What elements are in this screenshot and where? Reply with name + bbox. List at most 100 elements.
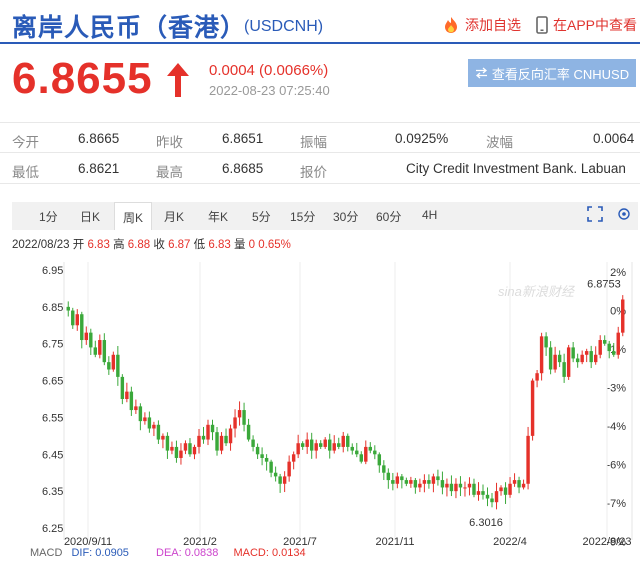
- candle-body: [571, 347, 575, 359]
- candle-body: [84, 332, 88, 341]
- candle-body: [328, 439, 332, 451]
- candle-body: [179, 450, 183, 458]
- candle-body: [598, 340, 602, 355]
- tab-4h[interactable]: 4H: [422, 208, 437, 222]
- tab-60min[interactable]: 60分: [376, 208, 401, 225]
- candle-body: [228, 428, 233, 444]
- tab-15min[interactable]: 15分: [290, 208, 315, 225]
- high-value-label: 6.8753: [587, 278, 621, 290]
- kline-chart-svg[interactable]: 6.956.856.756.656.556.456.356.252%0%-1%-…: [0, 258, 640, 549]
- kline-low: 6.83: [208, 239, 231, 251]
- title-bar: 离岸人民币（香港） (USDCNH) 添加自选 在APP中查看: [0, 0, 640, 44]
- candle-body: [436, 476, 440, 481]
- tab-monthly[interactable]: 月K: [164, 208, 184, 225]
- kline-chart[interactable]: 6.95 6.85 6.75 6.65 6.55 6.45 6.35 6.25 2% 0% -1% -…: [0, 258, 640, 564]
- stat-label-open: 今开: [12, 135, 39, 150]
- fullscreen-icon[interactable]: [587, 206, 603, 222]
- candle-body: [575, 358, 580, 363]
- candle-body: [300, 443, 305, 447]
- tab-weekly[interactable]: 周K: [114, 202, 153, 230]
- low-value-label: 6.3016: [469, 517, 503, 529]
- kline-close-label: 收: [153, 239, 165, 251]
- candle-body: [445, 483, 449, 488]
- candle-body: [566, 347, 571, 377]
- candle-body: [422, 480, 427, 484]
- candle-body: [512, 480, 517, 484]
- tab-5min[interactable]: 5分: [252, 208, 271, 225]
- candle-body: [364, 446, 368, 462]
- swap-icon: [475, 67, 487, 79]
- candle-body: [382, 465, 386, 473]
- page-title: 离岸人民币（香港）: [12, 14, 247, 42]
- candle-body: [120, 376, 125, 399]
- candle-body: [440, 480, 445, 488]
- x-tick-label: 2022/8/23: [583, 536, 632, 548]
- candle-body: [553, 354, 557, 370]
- candle-body: [188, 443, 192, 455]
- candle-body: [66, 306, 70, 311]
- stat-label-high: 最高: [156, 165, 183, 180]
- kline-open: 6.83: [87, 239, 110, 251]
- candle-body: [355, 450, 359, 455]
- candle-body: [562, 362, 566, 377]
- candle-body: [264, 457, 269, 462]
- candle-body: [165, 435, 170, 451]
- reverse-rate-button[interactable]: 查看反向汇率 CNHUSD: [468, 59, 636, 87]
- candle-body: [454, 483, 458, 492]
- candle-body: [391, 480, 395, 484]
- candle-body: [589, 351, 593, 363]
- candle-body: [215, 432, 219, 451]
- candle-body: [206, 424, 210, 440]
- y-tick-label: 6.25: [42, 523, 63, 535]
- flame-icon: [445, 17, 457, 33]
- candle-body: [89, 332, 93, 348]
- candle-body: [377, 454, 382, 466]
- stat-value-open: 6.8665: [78, 131, 120, 146]
- candle-body: [237, 410, 242, 418]
- macd-value: MACD: 0.0134: [233, 547, 306, 559]
- tab-yearly[interactable]: 年K: [208, 208, 228, 225]
- candle-body: [346, 435, 350, 447]
- candle-body: [580, 354, 584, 363]
- tab-1min[interactable]: 1分: [39, 208, 58, 225]
- candle-body: [224, 435, 228, 444]
- candle-body: [526, 435, 530, 484]
- candle-body: [517, 480, 521, 488]
- view-in-app-button[interactable]: 在APP中查看: [536, 15, 637, 35]
- y-tick-label: 6.85: [42, 302, 63, 314]
- y-tick-label: 6.55: [42, 412, 63, 424]
- candle-body: [463, 487, 467, 489]
- candle-body: [373, 450, 377, 455]
- tab-30min[interactable]: 30分: [333, 208, 358, 225]
- stat-value-low: 6.8621: [78, 161, 120, 176]
- candle-body: [287, 461, 291, 477]
- candle-body: [269, 461, 273, 473]
- candle-body: [584, 351, 589, 355]
- candle-body: [170, 446, 174, 451]
- candle-body: [544, 336, 548, 348]
- add-watchlist-label: 添加自选: [465, 17, 521, 33]
- candle-body: [607, 343, 611, 352]
- settings-icon[interactable]: [616, 206, 632, 222]
- macd-title: MACD: [30, 547, 63, 559]
- candle-body: [490, 498, 494, 503]
- candle-body: [350, 446, 354, 451]
- kline-open-label: 开: [72, 239, 85, 251]
- candle-body: [612, 351, 616, 355]
- stat-value-prev-close: 6.8651: [222, 131, 264, 146]
- candle-body: [309, 439, 314, 451]
- tab-daily[interactable]: 日K: [80, 208, 100, 225]
- stat-value-quoter: City Credit Investment Bank. Labuan: [406, 161, 626, 176]
- kline-high-label: 高: [113, 239, 125, 251]
- candle-body: [521, 483, 526, 488]
- watermark-logo: sina新浪财经: [498, 284, 576, 299]
- add-watchlist-button[interactable]: 添加自选: [442, 15, 521, 35]
- kline-high: 6.88: [127, 239, 151, 251]
- candle-body: [400, 476, 404, 481]
- stat-value-amplitude: 0.0925%: [395, 131, 449, 146]
- candle-body: [593, 354, 598, 363]
- kline-vol: 0: [248, 239, 256, 251]
- candle-body: [152, 424, 156, 429]
- kline-date: 2022/08/23: [12, 239, 70, 251]
- y-right-tick-label: -7%: [606, 498, 626, 510]
